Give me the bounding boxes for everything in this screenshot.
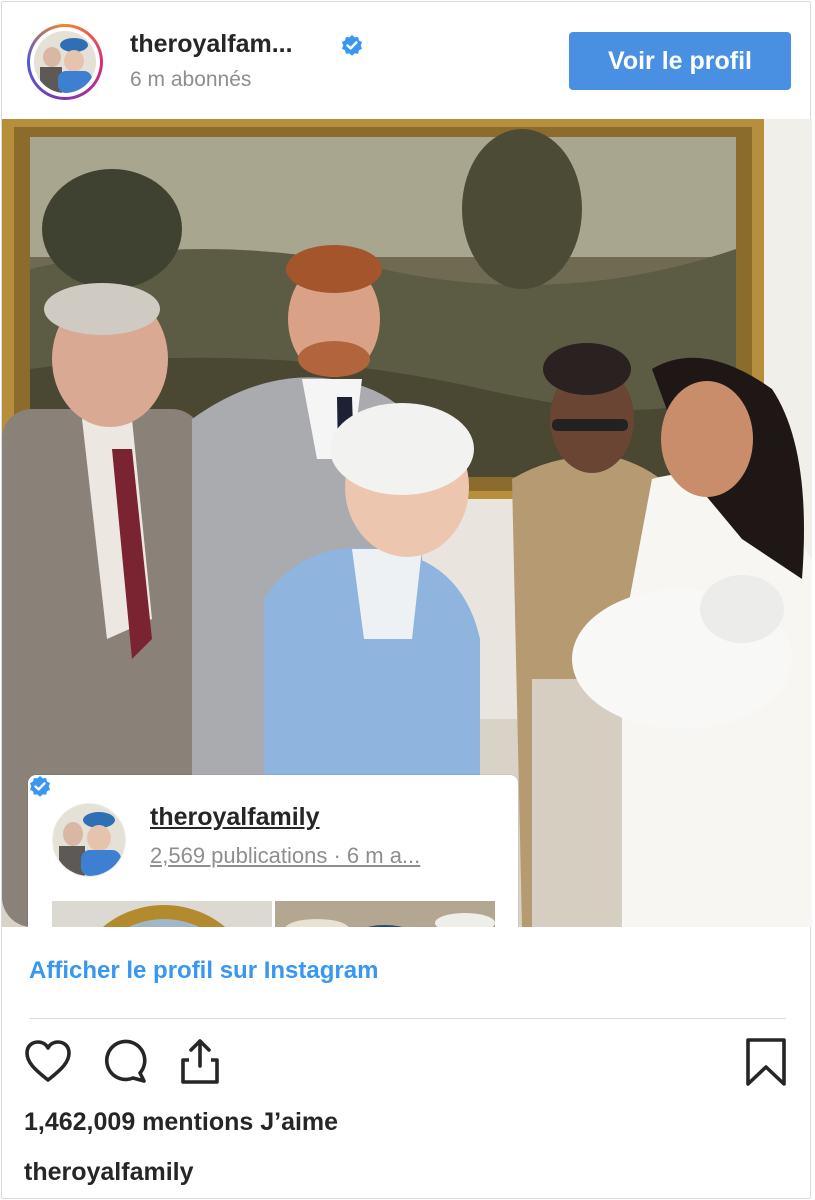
comment-icon[interactable] <box>99 1036 151 1088</box>
verified-badge-icon <box>342 35 362 56</box>
profile-avatar[interactable] <box>27 24 103 100</box>
avatar-photo <box>34 31 96 93</box>
username[interactable]: theroyalfam... <box>130 30 293 59</box>
embedded-avatar[interactable] <box>52 803 126 877</box>
like-count[interactable]: 1,462,009 mentions J’aime <box>24 1108 338 1137</box>
post-photo[interactable]: theroyalfamily 2,569 publications · 6 m … <box>2 119 812 927</box>
bookmark-icon[interactable] <box>740 1036 792 1088</box>
view-profile-on-instagram-link[interactable]: Afficher le profil sur Instagram <box>29 957 378 985</box>
thumbnail-portrait[interactable] <box>52 901 272 927</box>
share-icon[interactable] <box>174 1036 226 1088</box>
divider <box>29 1018 786 1019</box>
heart-icon[interactable] <box>22 1036 74 1088</box>
follower-count: 6 m abonnés <box>130 68 252 91</box>
embedded-username[interactable]: theroyalfamily <box>150 803 320 832</box>
view-profile-button[interactable]: Voir le profil <box>569 32 791 90</box>
embedded-profile-card[interactable]: theroyalfamily 2,569 publications · 6 m … <box>28 775 518 927</box>
instagram-embed-card: theroyalfam... 6 m abonnés Voir le profi… <box>1 1 812 1199</box>
thumbnail-event[interactable] <box>275 901 495 927</box>
embedded-meta[interactable]: 2,569 publications · 6 m a... <box>150 843 490 869</box>
post-header: theroyalfam... 6 m abonnés Voir le profi… <box>2 2 812 120</box>
verified-badge-icon <box>30 776 50 797</box>
caption-username[interactable]: theroyalfamily <box>24 1158 194 1187</box>
